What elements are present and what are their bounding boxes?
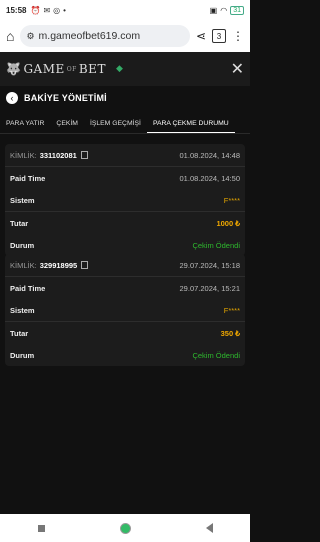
tab-history[interactable]: İŞLEM GEÇMİŞİ [84, 114, 147, 133]
system-value: F**** [223, 305, 240, 315]
menu-icon[interactable]: ⋮ [232, 29, 244, 43]
tab-deposit[interactable]: PARA YATIR [0, 114, 50, 133]
page-title-bar: ‹ BAKİYE YÖNETİMİ [0, 86, 250, 110]
tab-withdraw[interactable]: ÇEKİM [50, 114, 84, 133]
tab-withdraw-status[interactable]: PARA ÇEKME DURUMU [146, 114, 235, 133]
amount-value: 1000 ₺ [216, 218, 240, 228]
notification-icons: ⏰ ✉ ◎ • [30, 6, 65, 15]
close-icon[interactable]: ✕ [231, 59, 244, 79]
page-title: BAKİYE YÖNETİMİ [24, 93, 107, 103]
paid-time: 29.07.2024, 15:21 [179, 283, 240, 293]
more-icon: • [63, 5, 66, 15]
share-icon[interactable]: ⋖ [196, 29, 206, 43]
system-nav-bar [0, 514, 250, 542]
transaction-id: 331102081 [39, 150, 77, 160]
recents-button[interactable] [37, 524, 45, 532]
paid-time: 01.08.2024, 14:50 [179, 173, 240, 183]
address-bar[interactable]: ⚙ m.gameofbet619.com [20, 25, 190, 47]
battery-indicator: 31 [230, 5, 244, 15]
site-header: 🐺 GAME OF BET ◆ ✕ [0, 52, 250, 86]
copy-icon[interactable] [80, 151, 88, 159]
back-nav-button[interactable] [205, 523, 213, 533]
amount-value: 350 ₺ [220, 328, 240, 338]
clock: 15:58 [6, 5, 27, 15]
alarm-icon: ⏰ [30, 5, 41, 15]
copy-icon[interactable] [81, 261, 89, 269]
transaction-card: KİMLİK: 331102081 01.08.2024, 14:48 Paid… [5, 144, 245, 256]
transaction-card: KİMLİK: 329918995 29.07.2024, 15:18 Paid… [5, 254, 245, 366]
badge-icon: ◆ [115, 64, 124, 74]
home-button[interactable] [119, 522, 131, 534]
sim-icon: ▣ [209, 5, 218, 15]
status-badge: Çekim Ödendi [192, 240, 240, 250]
transaction-date: 29.07.2024, 15:18 [179, 260, 240, 270]
balance-tabs: PARA YATIR ÇEKİM İŞLEM GEÇMİŞİ PARA ÇEKM… [0, 114, 250, 134]
transaction-date: 01.08.2024, 14:48 [179, 150, 240, 160]
wolf-logo-icon: 🐺 [6, 62, 22, 76]
status-badge: Çekim Ödendi [192, 350, 240, 360]
home-icon[interactable]: ⌂ [6, 28, 14, 44]
site-settings-icon[interactable]: ⚙ [26, 31, 34, 42]
back-button[interactable]: ‹ [6, 92, 18, 104]
message-icon: ✉ [43, 5, 51, 15]
system-value: F**** [223, 195, 240, 205]
status-bar: 15:58 ⏰ ✉ ◎ • ▣ ◠ 31 [0, 0, 250, 20]
tab-switcher-button[interactable]: 3 [212, 29, 226, 43]
wifi-icon: ◠ [220, 5, 228, 15]
whatsapp-icon: ◎ [53, 5, 61, 15]
site-logo[interactable]: 🐺 GAME OF BET ◆ [6, 62, 123, 76]
transaction-id: 329918995 [39, 260, 78, 270]
url-text: m.gameofbet619.com [38, 30, 141, 42]
browser-toolbar: ⌂ ⚙ m.gameofbet619.com ⋖ 3 ⋮ [0, 20, 250, 52]
